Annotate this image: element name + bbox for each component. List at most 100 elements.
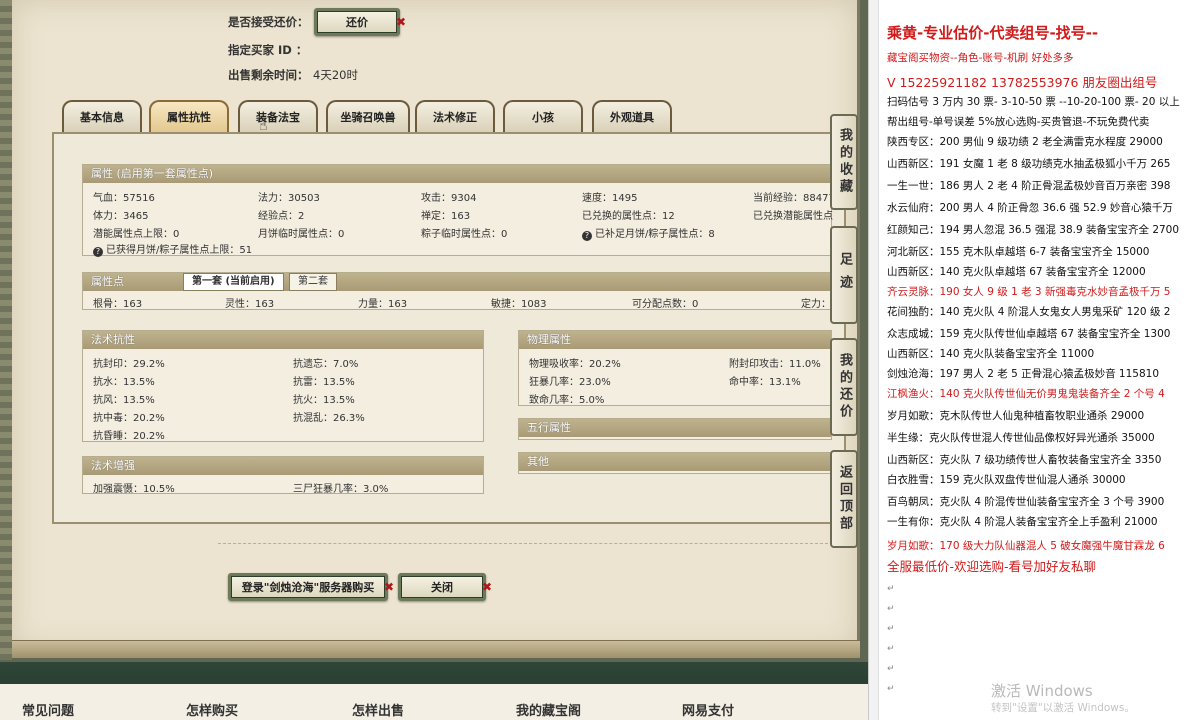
attr-exp: 当前经验：88477: [753, 193, 835, 204]
site-footer: [0, 662, 868, 720]
footer-link-faq[interactable]: 常见问题: [22, 700, 74, 719]
attr-potential-limit: 潜能属性点上限：0: [93, 229, 180, 240]
resist-water: 抗水：13.5%: [93, 377, 155, 388]
others-header: 其他: [519, 453, 831, 471]
five-elements-header: 五行属性: [519, 419, 831, 437]
footer-link-netease-pay[interactable]: 网易支付: [682, 700, 734, 719]
phys-absorb: 物理吸收率：20.2%: [529, 359, 621, 370]
doc-line: 半生缘：克火队传世混人传世仙品像权好异光通杀 35000: [887, 432, 1155, 444]
doc-line: 齐云灵脉：190 女人 9 级 1 老 3 新强毒克水妙音孟极千万 5: [887, 286, 1171, 298]
footer-link-how-buy[interactable]: 怎样购买: [186, 700, 238, 719]
my-bargains-button[interactable]: 我的还价: [830, 338, 858, 436]
tab-attributes[interactable]: 属性抗性: [149, 100, 229, 132]
doc-line: 山西新区：140 克火队装备宝宝齐全 11000: [887, 348, 1095, 360]
help-icon: ?: [582, 231, 592, 241]
attr-exchanged-points: 已兑换的属性点：12: [582, 211, 675, 222]
subtab-first-set[interactable]: 第一套 (当前启用): [183, 273, 284, 291]
tab-mounts-pets[interactable]: 坐骑召唤兽: [326, 100, 410, 132]
doc-line: 帮出组号-单号误差 5%放心选购-买贵管退-不玩免费代卖: [887, 116, 1150, 128]
login-server-buy-button[interactable]: 登录"剑烛沧海"服务器购买 ✖: [228, 573, 394, 601]
my-favorites-button[interactable]: 我的收藏: [830, 114, 858, 210]
doc-line: 山西新区：克火队 7 级功绩传世人畜牧装备宝宝齐全 3350: [887, 454, 1162, 466]
divider: [218, 543, 828, 544]
tab-equipment[interactable]: 装备法宝: [238, 100, 318, 132]
attr-stamina: 体力：3465: [93, 211, 149, 222]
phys-seal-attack: 附封印攻击：11.0%: [729, 359, 821, 370]
attr-zongzi-temp: 粽子临时属性点：0: [421, 229, 508, 240]
attr-filled-points: ? 已补足月饼/粽子属性点：8: [582, 225, 715, 241]
physical-header: 物理属性: [519, 331, 831, 349]
phys-hit: 命中率：13.1%: [729, 377, 801, 388]
close-x-icon: ✖: [383, 580, 394, 594]
back-to-top-button[interactable]: 返回顶部: [830, 450, 858, 548]
point-constitution: 根骨：163: [93, 299, 143, 310]
doc-line: 扫码估号 3 万内 30 票- 3-10-50 票 --10-20-100 票-…: [887, 96, 1180, 108]
document-gutter: [869, 0, 879, 720]
tab-basic-info[interactable]: 基本信息: [62, 100, 142, 132]
paragraph-mark-icon: ↵: [887, 604, 895, 614]
resist-chaos: 抗混乱：26.3%: [293, 413, 365, 424]
scroll-roller: [12, 640, 860, 658]
phys-rage: 狂暴几率：23.0%: [529, 377, 611, 388]
windows-activation-watermark: 激活 Windows: [991, 682, 1093, 700]
tab-appearance[interactable]: 外观道具: [592, 100, 672, 132]
doc-line: 剑烛沧海：197 男人 2 老 5 正骨混心猿孟极妙音 115810: [887, 368, 1160, 380]
game-window: 是否接受还价： 还价 ✖ 指定买家 ID ： 出售剩余时间： 4天20时 基本信…: [0, 0, 868, 720]
help-icon: ?: [93, 247, 103, 257]
point-allocatable: 可分配点数：0: [632, 299, 699, 310]
close-x-icon: ✖: [481, 580, 492, 594]
five-elements-section[interactable]: 五行属性: [518, 418, 832, 440]
magic-resist-header: 法术抗性: [83, 331, 483, 349]
paragraph-mark-icon: ↵: [887, 644, 895, 654]
resist-thunder: 抗雷：13.5%: [293, 377, 355, 388]
document-panel: 乘黄-专业估价-代卖组号-找号-- 藏宝阁买物资--角色-账号-机刷 好处多多 V…: [868, 0, 1188, 720]
magic-boost-header: 法术增强: [83, 457, 483, 475]
paragraph-mark-icon: ↵: [887, 624, 895, 634]
doc-line: 众志成城：159 克火队传世仙卓越塔 67 装备宝宝齐全 1300: [887, 328, 1171, 340]
doc-line: 江枫渔火：140 克火队传世仙无价男鬼鬼装备齐全 2 个号 4: [887, 388, 1165, 400]
attr-zen: 禅定：163: [421, 211, 471, 222]
footprint-button[interactable]: 足迹: [830, 226, 858, 324]
buyer-id-label: 指定买家 ID ：: [228, 43, 308, 57]
attr-note: ? 已获得月饼/粽子属性点上限：51: [93, 241, 252, 257]
doc-line: V 15225921182 13782553976 朋友圈出组号: [887, 75, 1158, 90]
tab-spell-correction[interactable]: 法术修正: [415, 100, 495, 132]
doc-line: 百鸟朝凤：克火队 4 阶混传世仙装备宝宝齐全 3 个号 3900: [887, 496, 1165, 508]
magic-boost-section: 法术增强 加强震慑：10.5% 三尸狂暴几率：3.0%: [82, 456, 484, 495]
doc-line: 岁月如歌：170 级大力队仙器混人 5 破女魔强牛魔甘霖龙 6: [887, 540, 1165, 552]
remaining-time-value: 4天20时: [313, 68, 358, 82]
resist-poison: 抗中毒：20.2%: [93, 413, 165, 424]
footer-link-my-treasure[interactable]: 我的藏宝阁: [516, 700, 581, 719]
attributes-content: 属性 (启用第一套属性点) 气血：57516 法力：30503 攻击：9304 …: [52, 132, 846, 524]
resist-seal: 抗封印：29.2%: [93, 359, 165, 370]
doc-line: 水云仙府：200 男人 4 阶正骨忽 36.6 强 52.9 妙音心猿千万: [887, 202, 1173, 214]
close-button[interactable]: 关闭 ✖: [398, 573, 492, 601]
physical-section: 物理属性 物理吸收率：20.2% 附封印攻击：11.0% 狂暴几率：23.0% …: [518, 330, 832, 406]
attr-mooncake-temp: 月饼临时属性点：0: [258, 229, 345, 240]
bargain-button[interactable]: 还价 ✖: [314, 8, 406, 36]
doc-line: 藏宝阁买物资--角色-账号-机刷 好处多多: [887, 52, 1074, 64]
attr-exchanged-potential: 已兑换潜能属性点: [753, 211, 833, 222]
paragraph-mark-icon: ↵: [887, 584, 895, 594]
doc-line: 花间独酌：140 克火队 4 阶混人女鬼女人男鬼采矿 120 级 2: [887, 306, 1171, 318]
subtab-second-set[interactable]: 第二套: [289, 273, 337, 291]
close-x-icon: ✖: [395, 15, 406, 29]
attr-exp-points: 经验点：2: [258, 211, 305, 222]
doc-line: 一生有你：克火队 4 阶混人装备宝宝齐全上手盈利 21000: [887, 516, 1158, 528]
point-endurance: 定力：: [801, 299, 831, 310]
doc-line: 山西新区：140 克火队卓越塔 67 装备宝宝齐全 12000: [887, 266, 1146, 278]
others-section[interactable]: 其他: [518, 452, 832, 474]
attr-hp: 气血：57516: [93, 193, 155, 204]
magic-resist-section: 法术抗性 抗封印：29.2% 抗遗忘：7.0% 抗水：13.5% 抗雷：13.5…: [82, 330, 484, 442]
paragraph-mark-icon: ↵: [887, 664, 895, 674]
attributes-section: 属性 (启用第一套属性点) 气血：57516 法力：30503 攻击：9304 …: [82, 164, 835, 257]
point-strength: 力量：163: [358, 299, 408, 310]
footer-link-how-sell[interactable]: 怎样出售: [352, 700, 404, 719]
doc-title: 乘黄-专业估价-代卖组号-找号--: [887, 24, 1099, 42]
doc-line: 河北新区：155 克木队卓越塔 6-7 装备宝宝齐全 15000: [887, 246, 1150, 258]
tab-child[interactable]: 小孩: [503, 100, 583, 132]
remaining-time-label: 出售剩余时间：: [228, 68, 309, 82]
boost-shock: 加强震慑：10.5%: [93, 484, 175, 495]
attributes-header: 属性 (启用第一套属性点): [83, 165, 831, 183]
attr-speed: 速度：1495: [582, 193, 638, 204]
